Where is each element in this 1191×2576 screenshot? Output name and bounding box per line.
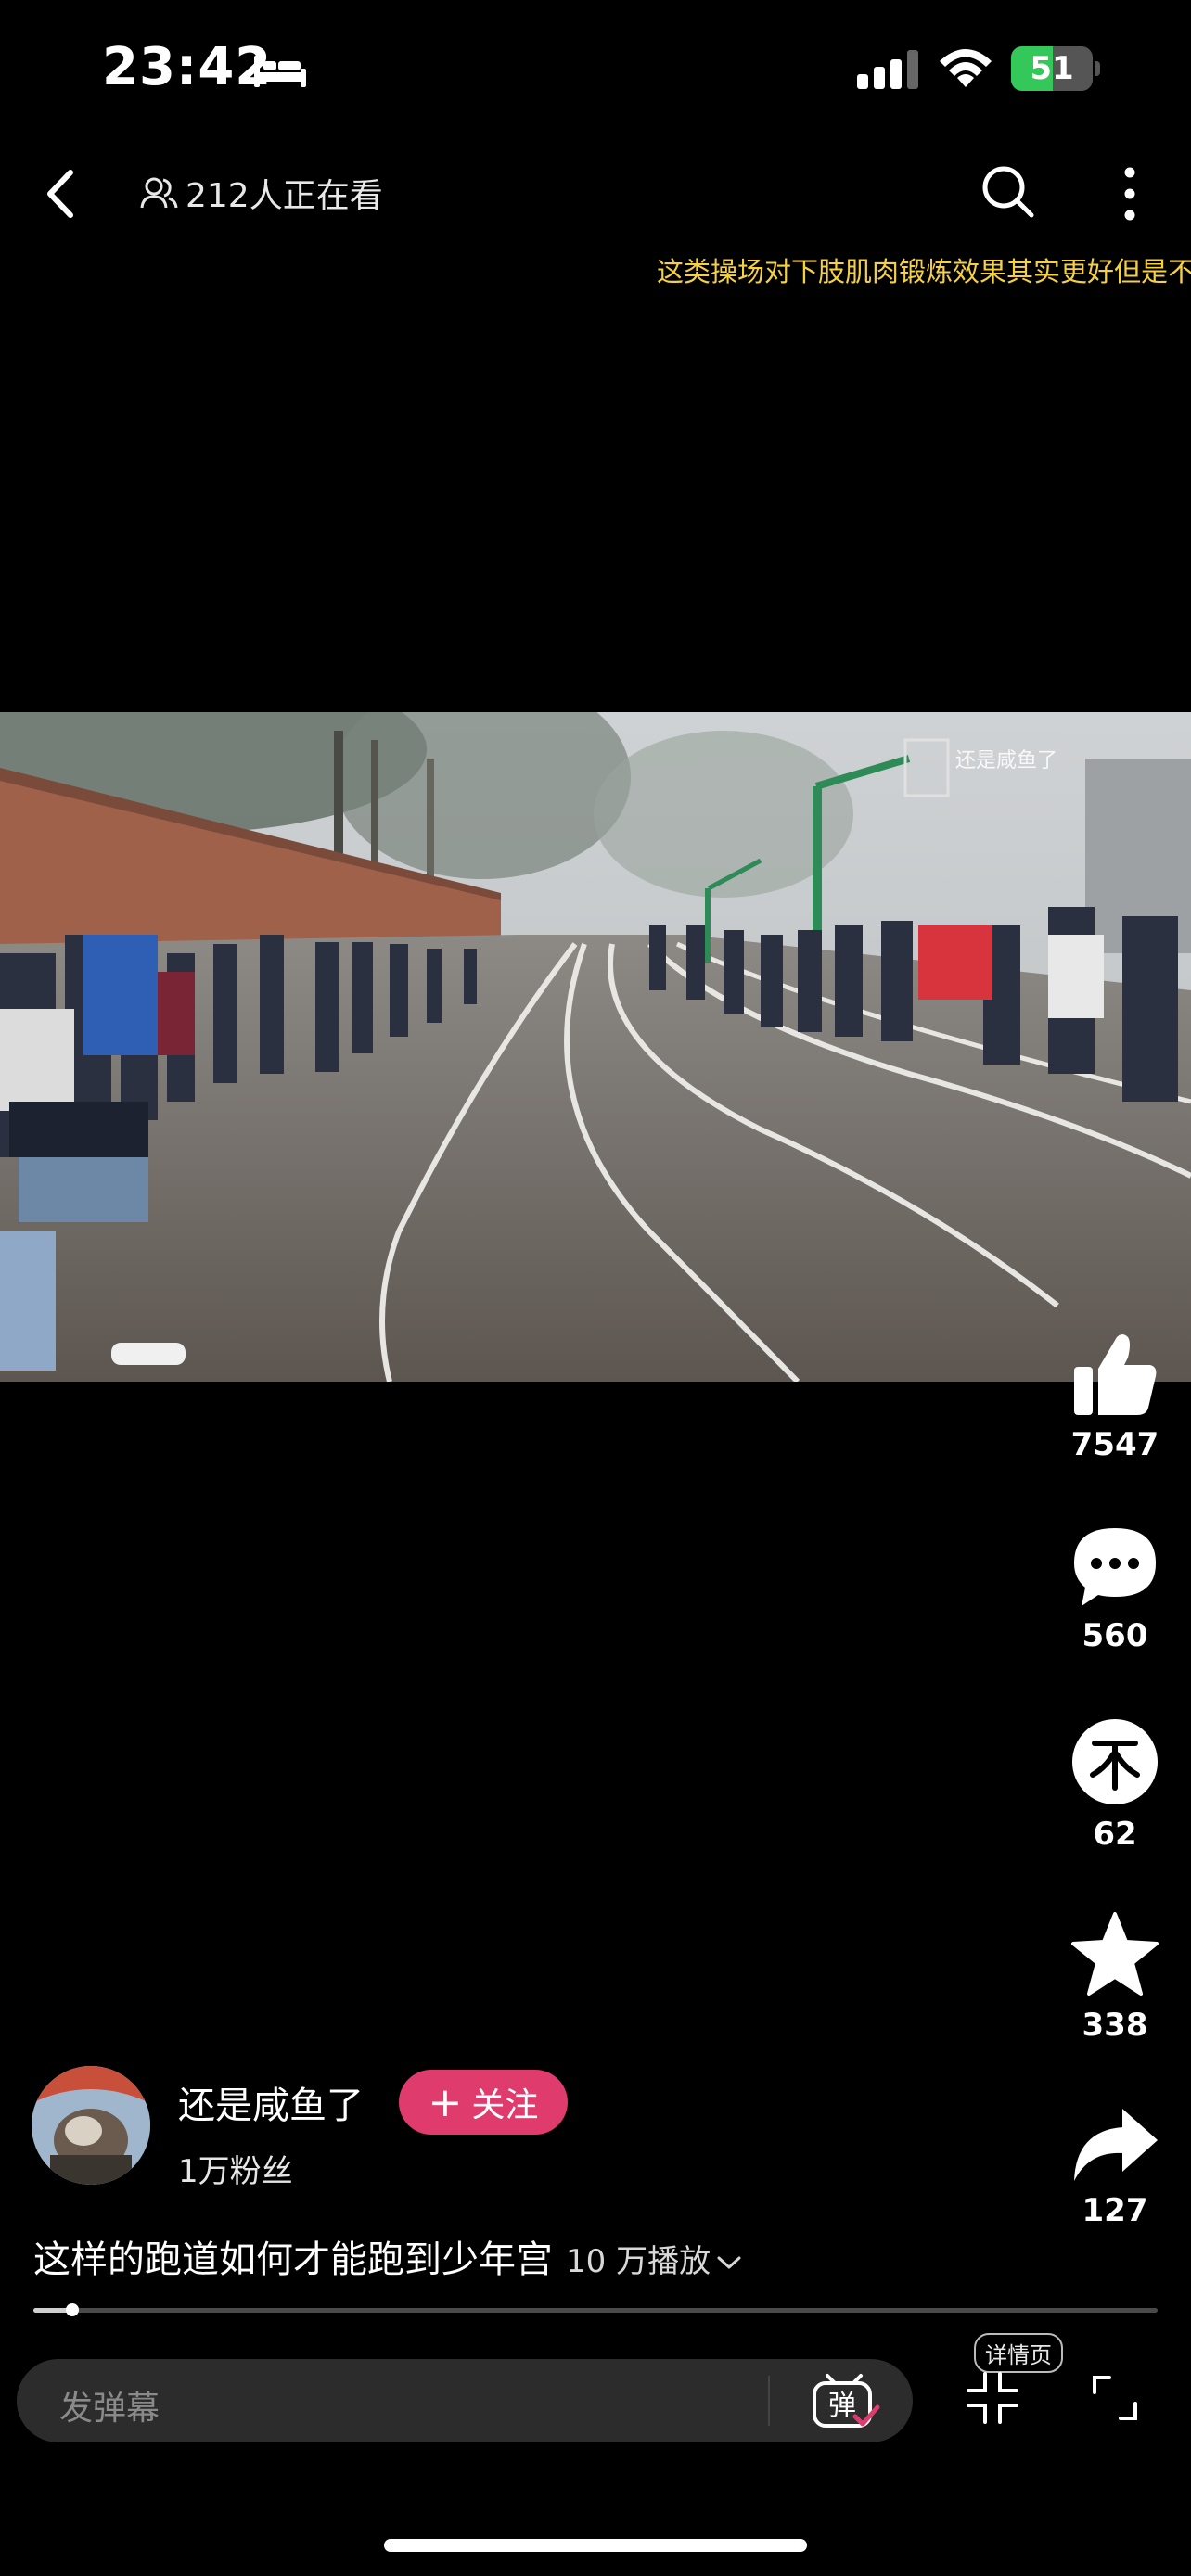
playback-progress-bar[interactable]: [33, 2303, 1158, 2316]
share-count: 127: [1082, 2192, 1148, 2229]
share-button[interactable]: 127: [1057, 2105, 1172, 2229]
detail-page-label[interactable]: 详情页: [974, 2333, 1063, 2373]
scrolling-danmaku-comment: 这类操场对下肢肌肉锻炼效果其实更好但是不: [657, 256, 1191, 287]
danmaku-toggle-label: 弹: [828, 2390, 856, 2422]
follow-button[interactable]: + 关注: [399, 2070, 568, 2135]
video-frame-image: [0, 712, 1191, 1382]
video-caption[interactable]: 这样的跑道如何才能跑到少年宫 10 万播放: [33, 2229, 742, 2283]
status-time: 23:42: [102, 37, 273, 97]
search-icon[interactable]: [978, 161, 1039, 223]
divider: [768, 2376, 770, 2426]
home-indicator[interactable]: [384, 2539, 807, 2552]
bed-icon: [254, 56, 306, 87]
chevron-down-icon[interactable]: [716, 2253, 742, 2272]
top-nav: 212人正在看: [0, 148, 1191, 237]
like-count: 7547: [1070, 1426, 1159, 1463]
exit-fullscreen-icon[interactable]: [965, 2370, 1020, 2426]
video-title: 这样的跑道如何才能跑到少年宫: [33, 2238, 553, 2281]
danmaku-input[interactable]: 发弹幕 弹: [17, 2359, 913, 2442]
fullscreen-icon[interactable]: [1091, 2374, 1139, 2422]
favorite-count: 338: [1082, 2007, 1148, 2044]
author-name[interactable]: 还是咸鱼了: [178, 2075, 364, 2129]
follow-label: 关注: [471, 2086, 539, 2124]
battery-percent: 51: [1030, 50, 1074, 87]
wifi-icon: [940, 49, 992, 87]
favorite-button[interactable]: 338: [1057, 1910, 1172, 2044]
avatar[interactable]: [32, 2066, 150, 2185]
plus-icon: +: [428, 2078, 463, 2126]
viewers-count: 212人正在看: [186, 177, 383, 215]
status-bar: 23:42 51: [0, 0, 1191, 139]
video-watermark: 还是咸鱼了: [955, 749, 1058, 772]
video-player[interactable]: 还是咸鱼了: [0, 712, 1191, 1382]
back-arrow-icon[interactable]: [33, 161, 89, 226]
play-count: 10 万播放: [566, 2243, 711, 2280]
coin-count: 62: [1093, 1816, 1137, 1853]
like-button[interactable]: 7547: [1057, 1330, 1172, 1463]
more-vertical-icon[interactable]: [1109, 161, 1150, 226]
avatar-image: [32, 2066, 150, 2185]
people-icon: [140, 177, 178, 209]
comment-bubble-icon: [1074, 1528, 1156, 1606]
follower-count: 1万粉丝: [178, 2153, 293, 2190]
danmaku-toggle-icon[interactable]: 弹: [807, 2372, 881, 2431]
thumbs-up-icon: [1074, 1334, 1157, 1415]
coin-icon: [1072, 1719, 1158, 1804]
star-icon: [1071, 1912, 1159, 1996]
coin-button[interactable]: 62: [1057, 1715, 1172, 1853]
danmaku-placeholder: 发弹幕: [59, 2390, 160, 2428]
battery-charging-icon: 51: [1011, 46, 1100, 91]
comment-button[interactable]: 560: [1057, 1524, 1172, 1654]
playback-scrubber-handle[interactable]: [66, 2303, 80, 2316]
share-arrow-icon: [1074, 2109, 1158, 2181]
live-viewers: 212人正在看: [139, 167, 383, 219]
cellular-signal-icon: [857, 50, 918, 89]
comment-count: 560: [1082, 1617, 1148, 1654]
